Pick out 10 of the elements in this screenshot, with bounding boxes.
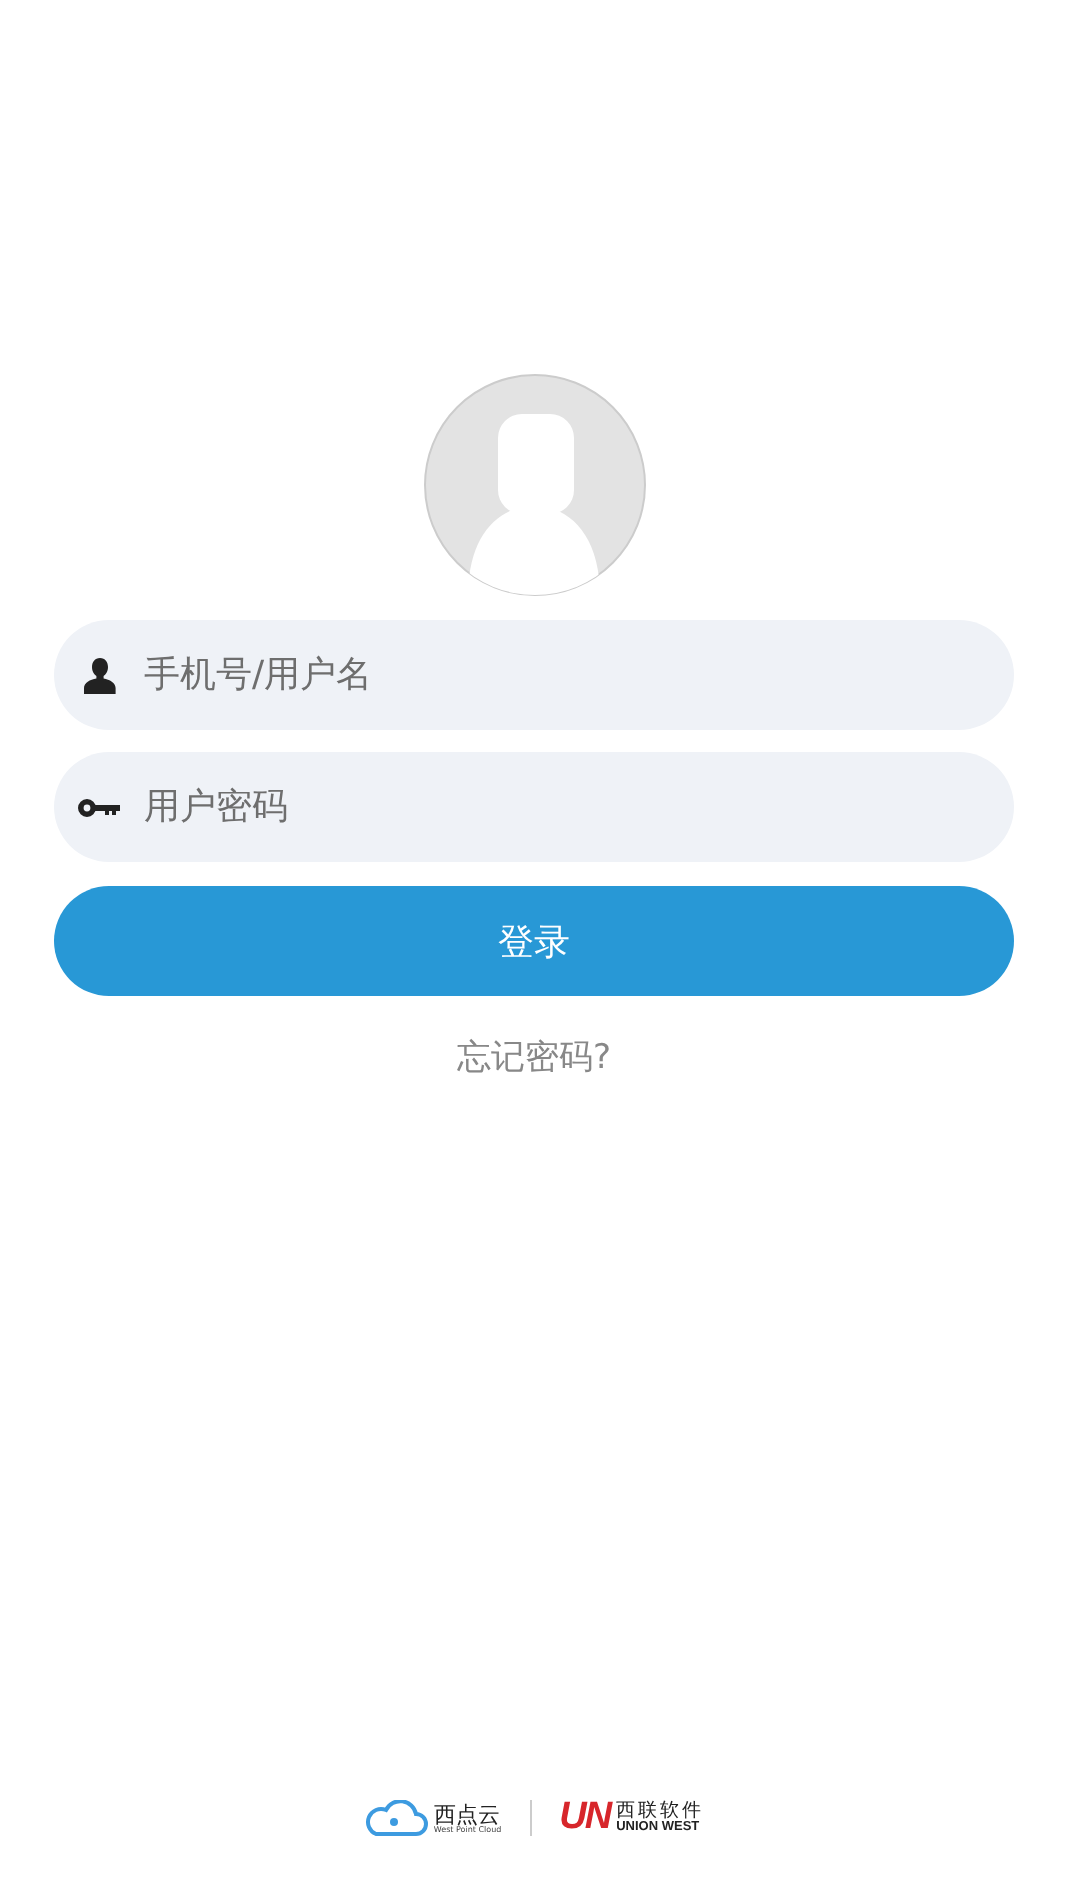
username-field[interactable]: 手机号/用户名 bbox=[54, 620, 1014, 730]
brand-name: 西点云 bbox=[433, 1803, 500, 1825]
user-icon bbox=[83, 657, 115, 693]
brand-mark: UN bbox=[559, 1796, 611, 1840]
key-icon bbox=[78, 797, 120, 817]
login-button[interactable]: 登录 bbox=[54, 886, 1014, 996]
password-field[interactable]: 用户密码 bbox=[54, 752, 1014, 862]
brand-name: 西联软件 bbox=[616, 1801, 705, 1821]
forgot-password-link[interactable]: 忘记密码? bbox=[456, 1034, 612, 1080]
cloud-icon bbox=[363, 1800, 428, 1836]
